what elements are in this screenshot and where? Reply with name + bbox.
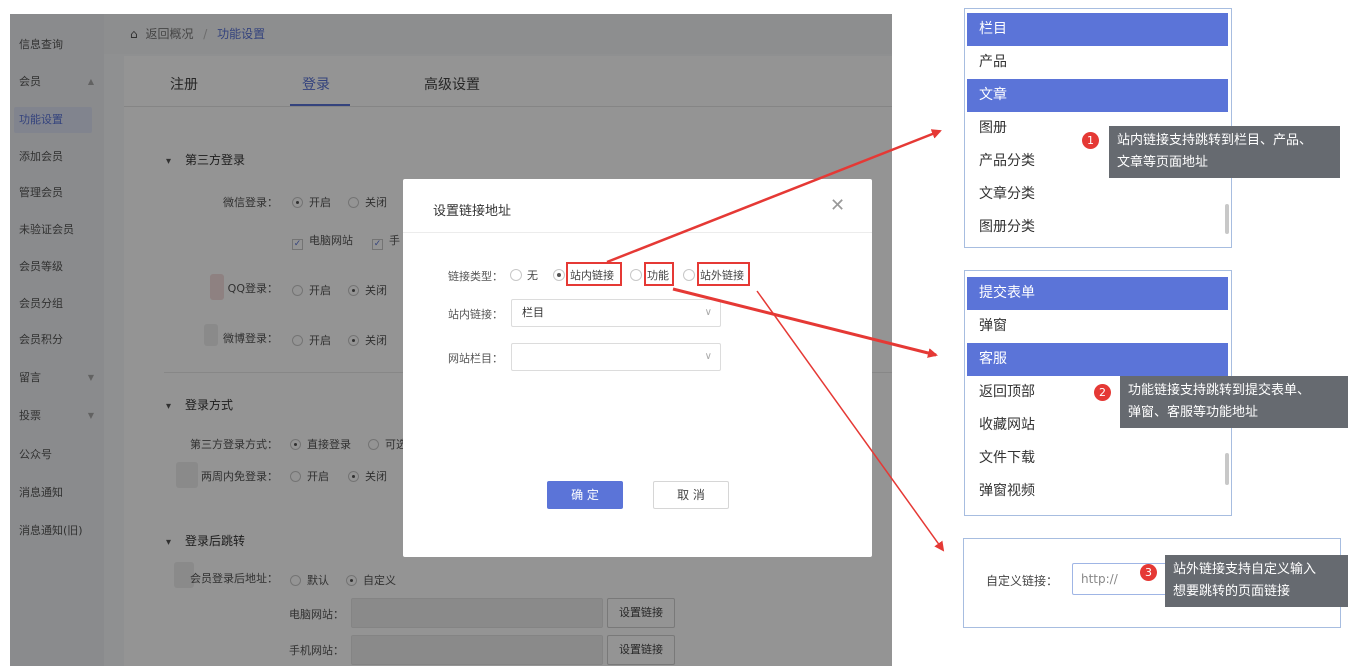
chevron-down-icon: ∨: [704, 351, 712, 362]
highlight-external-link: [697, 262, 750, 286]
highlight-internal-link: [566, 262, 622, 286]
dropdown-option-product[interactable]: 产品: [967, 46, 1228, 79]
cancel-button[interactable]: 取 消: [653, 481, 729, 509]
callout-badge-2: 2: [1094, 384, 1111, 401]
callout-badge-3: 3: [1140, 564, 1157, 581]
confirm-button[interactable]: 确 定: [547, 481, 623, 509]
dropdown-option-popup-video[interactable]: 弹窗视频: [967, 475, 1228, 508]
dropdown-option-article[interactable]: 文章: [967, 79, 1228, 112]
site-column-label: 网站栏目：: [448, 352, 503, 365]
link-type-label: 链接类型：: [448, 270, 503, 283]
site-column-select[interactable]: ∨: [511, 343, 721, 371]
dialog-title: 设置链接地址: [433, 204, 512, 219]
dropdown-option-article-category[interactable]: 文章分类: [967, 178, 1228, 211]
dialog-divider: [403, 232, 872, 233]
callout-tooltip-3: 站外链接支持自定义输入 想要跳转的页面链接: [1165, 555, 1348, 607]
dropdown-option-album-category[interactable]: 图册分类: [967, 211, 1228, 244]
callout-tooltip-1: 站内链接支持跳转到栏目、产品、 文章等页面地址: [1109, 126, 1340, 178]
scrollbar[interactable]: [1225, 453, 1229, 485]
dropdown-option-submit-form[interactable]: 提交表单: [967, 277, 1228, 310]
callout-tooltip-2: 功能链接支持跳转到提交表单、 弹窗、客服等功能地址: [1120, 376, 1348, 428]
scrollbar[interactable]: [1225, 204, 1229, 234]
internal-link-label: 站内链接：: [448, 308, 503, 321]
callout-badge-1: 1: [1082, 132, 1099, 149]
highlight-function-link: [644, 262, 674, 286]
dropdown-option-column[interactable]: 栏目: [967, 13, 1228, 46]
dropdown-option-file-download[interactable]: 文件下载: [967, 442, 1228, 475]
dropdown-option-customer-service[interactable]: 客服: [967, 343, 1228, 376]
custom-link-input[interactable]: http://: [1072, 563, 1172, 595]
set-link-dialog: 设置链接地址 ✕ 链接类型： 无 站内链接 功能 站外链接 站内链接： 栏目 ∨ …: [403, 179, 872, 557]
close-icon[interactable]: ✕: [830, 195, 845, 216]
custom-link-label: 自定义链接：: [986, 574, 1059, 588]
dropdown-option-popup[interactable]: 弹窗: [967, 310, 1228, 343]
internal-link-select[interactable]: 栏目 ∨: [511, 299, 721, 327]
chevron-down-icon: ∨: [704, 307, 712, 318]
link-type-none-radio[interactable]: 无: [510, 267, 538, 283]
